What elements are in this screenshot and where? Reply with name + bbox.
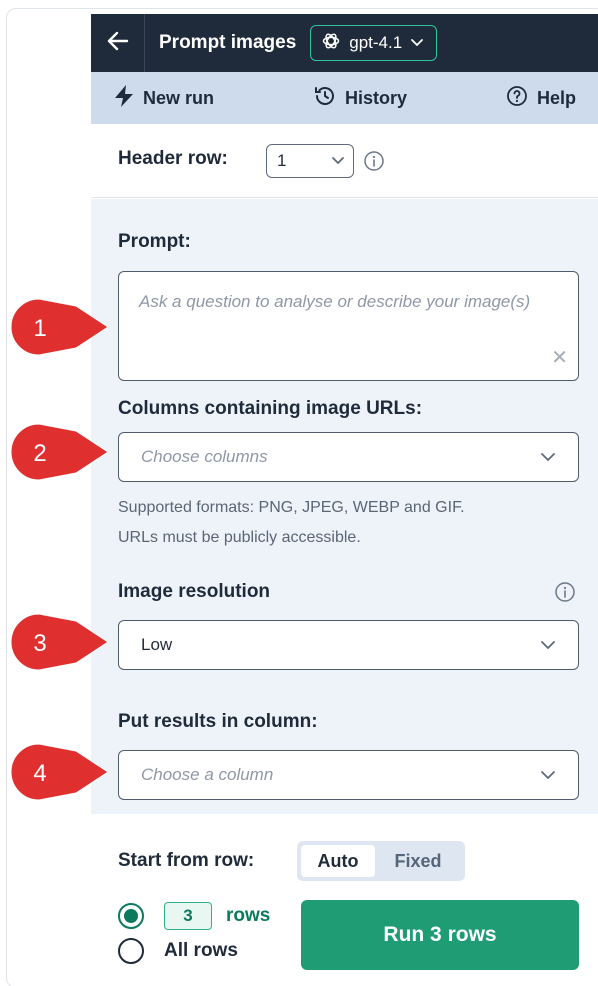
history-icon [313, 84, 337, 113]
close-icon[interactable]: ✕ [551, 343, 568, 374]
page: Prompt images gpt-4.1 New run History He… [0, 0, 598, 986]
start-row-toggle: Auto Fixed [297, 841, 465, 881]
arrow-left-icon [107, 31, 129, 56]
action-nav: New run History Help [91, 72, 598, 124]
chevron-down-icon [540, 635, 556, 655]
callout-marker-2: 2 [10, 423, 109, 481]
image-columns-label: Columns containing image URLs: [118, 398, 423, 419]
prompt-input[interactable]: Ask a question to analyse or describe yo… [118, 271, 579, 381]
rows-count-input[interactable]: 3 [164, 902, 212, 930]
history-button[interactable]: History [313, 84, 407, 113]
output-column-placeholder: Choose a column [141, 765, 274, 784]
chevron-down-icon [540, 765, 556, 785]
help-button[interactable]: Help [505, 84, 576, 113]
start-row-label: Start from row: [118, 850, 255, 871]
settings-panel: Prompt: Ask a question to analyse or des… [91, 199, 598, 814]
help-circle-icon [505, 84, 529, 113]
back-button[interactable] [91, 14, 145, 72]
all-rows-radio[interactable] [118, 938, 144, 964]
rows-count-label: rows [226, 905, 271, 926]
help-line-formats: Supported formats: PNG, JPEG, WEBP and G… [118, 499, 465, 516]
callout-number-4: 4 [33, 760, 46, 787]
lightning-icon [113, 84, 135, 113]
callout-marker-4: 4 [10, 743, 109, 801]
callout-marker-1: 1 [10, 298, 109, 356]
model-select[interactable]: gpt-4.1 [310, 25, 438, 61]
callout-number-1: 1 [33, 315, 46, 342]
app-title: Prompt images [159, 32, 297, 53]
help-label: Help [537, 88, 577, 108]
image-columns-select[interactable]: Choose columns [118, 432, 579, 482]
all-rows-option: All rows [118, 938, 238, 964]
chevron-down-icon [331, 151, 345, 171]
info-icon[interactable] [554, 581, 576, 608]
openai-logo-icon [321, 31, 341, 56]
help-line-urls: URLs must be publicly accessible. [118, 529, 361, 546]
info-icon[interactable] [363, 150, 385, 177]
header-row-select[interactable]: 1 [266, 144, 354, 178]
callout-number-2: 2 [33, 440, 46, 467]
callout-number-3: 3 [33, 630, 46, 657]
supported-formats-help: Supported formats: PNG, JPEG, WEBP and G… [118, 493, 588, 553]
output-column-label: Put results in column: [118, 711, 318, 732]
prompt-label: Prompt: [118, 231, 191, 252]
history-label: History [345, 88, 408, 108]
rows-count-option: 3 rows [118, 902, 270, 930]
header-row-value: 1 [277, 151, 287, 170]
new-run-label: New run [143, 88, 215, 108]
model-name: gpt-4.1 [349, 33, 403, 52]
image-resolution-select[interactable]: Low [118, 620, 579, 670]
header-row-label: Header row: [118, 148, 228, 169]
run-button[interactable]: Run 3 rows [301, 900, 579, 970]
prompt-placeholder: Ask a question to analyse or describe yo… [139, 292, 531, 311]
chevron-down-icon [410, 33, 424, 53]
image-resolution-label: Image resolution [118, 581, 271, 602]
image-resolution-value: Low [141, 635, 173, 654]
image-columns-placeholder: Choose columns [141, 447, 268, 466]
new-run-button[interactable]: New run [113, 84, 214, 113]
header-row-section: Header row: 1 [91, 124, 598, 198]
all-rows-label: All rows [164, 940, 238, 961]
rows-count-radio[interactable] [118, 903, 144, 929]
start-auto-option[interactable]: Auto [301, 845, 375, 877]
run-controls: Start from row: Auto Fixed 3 rows All ro… [91, 814, 598, 986]
chevron-down-icon [540, 447, 556, 467]
start-fixed-option[interactable]: Fixed [375, 851, 461, 872]
callout-marker-3: 3 [10, 613, 109, 671]
app-header: Prompt images gpt-4.1 [91, 14, 598, 72]
output-column-select[interactable]: Choose a column [118, 750, 579, 800]
